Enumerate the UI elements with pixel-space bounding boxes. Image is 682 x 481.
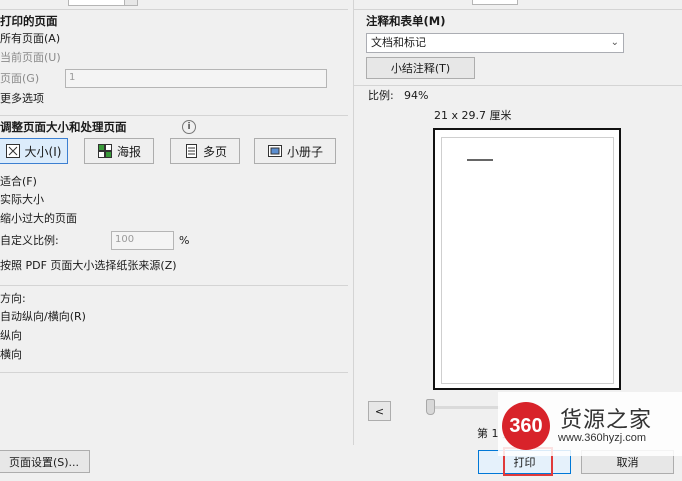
size-mode-label: 大小(I) [24, 144, 62, 159]
size-icon [5, 143, 21, 159]
comments-divider [354, 85, 682, 86]
booklet-mode-button[interactable]: 小册子 [254, 138, 336, 164]
top-right-remnant [472, 0, 518, 5]
multipage-mode-label: 多页 [202, 144, 227, 159]
page-range-radio[interactable]: 页面(G) [0, 72, 39, 86]
scale-label: 比例: [368, 89, 394, 102]
comments-dropdown-value: 文档和标记 [371, 36, 426, 49]
prev-page-button[interactable]: < [368, 401, 391, 421]
pages-divider [0, 115, 348, 116]
fit-radio[interactable]: 适合(F) [0, 175, 37, 189]
orientation-divider [0, 372, 348, 373]
current-page-radio[interactable]: 当前页面(U) [0, 51, 61, 65]
page-preview [433, 128, 621, 390]
landscape-radio[interactable]: 横向 [0, 348, 22, 362]
page-setup-button[interactable]: 页面设置(S)... [0, 450, 90, 473]
multipage-mode-button[interactable]: 多页 [170, 138, 240, 164]
more-options-toggle[interactable]: 更多选项 [0, 92, 44, 106]
top-field-remnant [68, 0, 128, 6]
page-slider-thumb[interactable] [426, 399, 435, 415]
actual-size-radio[interactable]: 实际大小 [0, 193, 44, 207]
watermark-logo: 360 [502, 402, 550, 450]
watermark-url: www.360hyzj.com [558, 432, 647, 444]
portrait-radio[interactable]: 纵向 [0, 329, 22, 343]
shrink-oversized-radio[interactable]: 缩小过大的页面 [0, 212, 77, 226]
scale-value: 94% [404, 89, 429, 102]
pages-section-title: 打印的页面 [0, 14, 58, 28]
poster-mode-button[interactable]: 海报 [84, 138, 154, 164]
watermark: 360 货源之家 www.360hyzj.com [498, 392, 682, 456]
multipage-icon [183, 143, 199, 159]
info-icon[interactable]: i [182, 120, 196, 134]
all-pages-radio[interactable]: 所有页面(A) [0, 32, 60, 46]
percent-label: % [179, 234, 190, 247]
comments-dropdown[interactable]: 文档和标记 ⌄ [366, 33, 624, 53]
top-divider [0, 9, 348, 10]
size-mode-button[interactable]: 大小(I) [0, 138, 68, 164]
chevron-down-icon: ⌄ [610, 37, 619, 48]
custom-scale-input[interactable]: 100 [111, 231, 174, 250]
orientation-title: 方向: [0, 292, 26, 305]
paper-source-checkbox[interactable]: 按照 PDF 页面大小选择纸张来源(Z) [0, 259, 177, 273]
comments-section-title: 注释和表单(M) [366, 14, 446, 28]
poster-mode-label: 海报 [116, 144, 141, 159]
watermark-name: 货源之家 [560, 408, 653, 433]
page-slider-track[interactable] [428, 406, 500, 409]
preview-text-line [467, 159, 493, 161]
booklet-mode-label: 小册子 [286, 144, 323, 159]
column-divider [353, 0, 354, 445]
booklet-icon [267, 143, 283, 159]
sizing-section-title: 调整页面大小和处理页面 [0, 120, 127, 134]
poster-icon [97, 143, 113, 159]
custom-scale-radio[interactable]: 自定义比例: [0, 234, 59, 248]
top-spinner-remnant[interactable] [124, 0, 138, 6]
page-preview-inner [441, 137, 614, 384]
sizing-divider [0, 285, 348, 286]
summarize-comments-button[interactable]: 小结注释(T) [366, 57, 475, 79]
paper-size-label: 21 x 29.7 厘米 [434, 109, 512, 122]
auto-orientation-radio[interactable]: 自动纵向/横向(R) [0, 310, 86, 324]
page-range-input[interactable]: 1 [65, 69, 327, 88]
right-top-divider [354, 9, 682, 10]
